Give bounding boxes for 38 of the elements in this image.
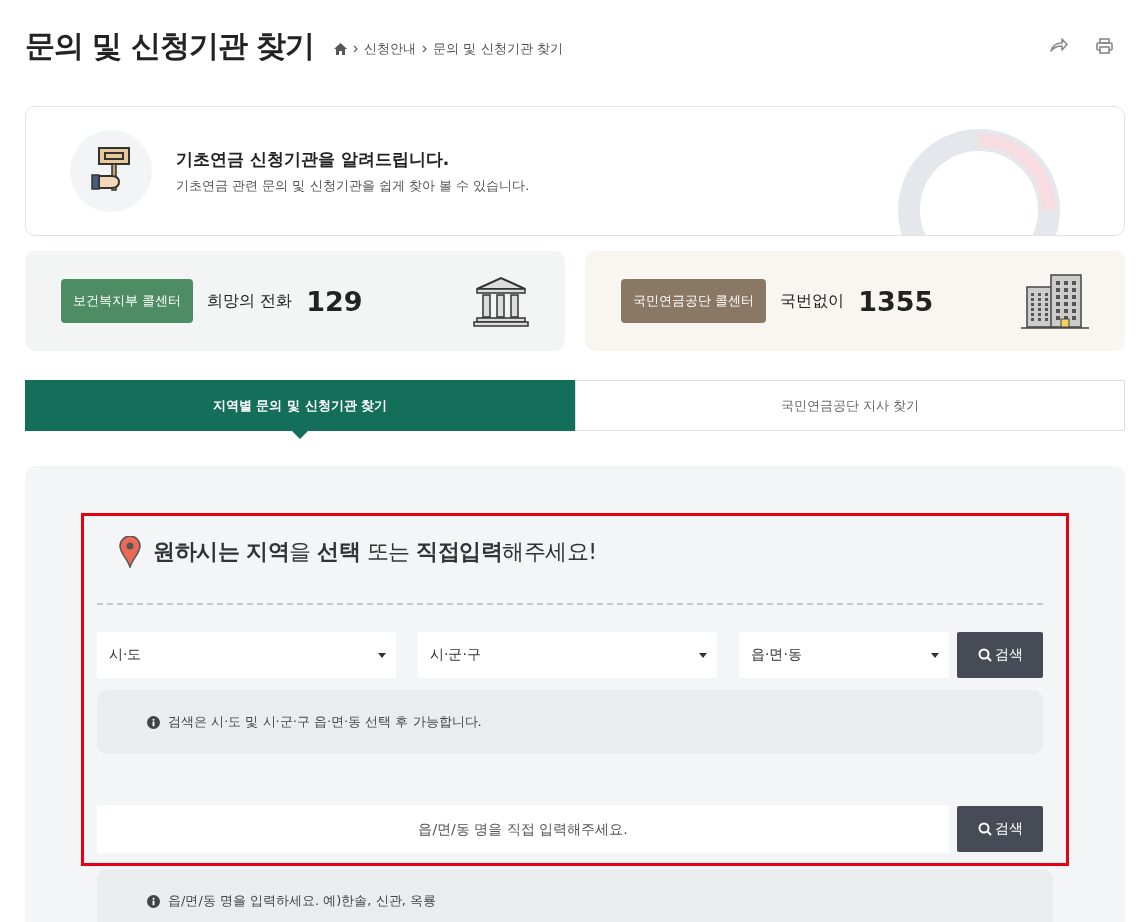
caret-icon	[931, 652, 939, 658]
note-text: 검색은 시·도 및 시·군·구 읍·면·동 선택 후 가능합니다.	[168, 713, 482, 731]
home-icon[interactable]	[334, 43, 348, 55]
chevron-icon	[422, 45, 428, 53]
region-select[interactable]: 읍·면·동	[739, 632, 949, 678]
phone-number: 129	[306, 285, 364, 317]
intro-subtitle: 기초연금 관련 문의 및 신청기관을 쉽게 찾아 볼 수 있습니다.	[176, 176, 530, 195]
info-icon	[147, 715, 160, 729]
office-building-icon	[1021, 273, 1089, 329]
print-icon[interactable]	[1096, 38, 1113, 54]
region-input-field[interactable]: 읍/면/동 명을 직접 입력해주세요.	[97, 805, 949, 853]
search-heading: 원하시는 지역을 선택 또는 직접입력해주세요!	[153, 538, 597, 566]
classical-building-icon	[473, 275, 529, 327]
search-button[interactable]: 검색	[957, 632, 1043, 678]
call-center-label: 국번없이	[780, 290, 845, 312]
breadcrumb-link[interactable]: 문의 및 신청기관 찾기	[433, 40, 563, 58]
intro-title: 기초연금 신청기관을 알려드립니다.	[176, 147, 451, 171]
caret-icon	[378, 652, 386, 658]
region-select[interactable]: 시·군·구	[418, 632, 717, 678]
page-title: 문의 및 신청기관 찾기	[25, 26, 315, 65]
caret-icon	[699, 652, 707, 658]
phone-number: 1355	[858, 285, 935, 317]
search-icon	[977, 648, 992, 662]
chevron-icon	[353, 45, 359, 53]
call-center-label: 희망의 전화	[207, 290, 293, 312]
share-icon[interactable]	[1050, 38, 1068, 52]
info-icon	[147, 894, 160, 908]
call-center-badge: 보건복지부 콜센터	[61, 279, 194, 323]
note-text: 읍/면/동 명을 입력하세요. 예)한솔, 신관, 옥룡	[168, 892, 436, 910]
tab-pointer-icon	[292, 431, 308, 439]
call-center-badge: 국민연금공단 콜센터	[621, 279, 767, 323]
tab[interactable]: 국민연금공단 지사 찾기	[575, 380, 1125, 431]
region-select[interactable]: 시·도	[97, 632, 396, 678]
breadcrumb-link[interactable]: 신청안내	[364, 40, 417, 58]
tab[interactable]: 지역별 문의 및 신청기관 찾기	[25, 380, 575, 431]
search-icon	[977, 822, 992, 836]
search-button[interactable]: 검색	[957, 806, 1043, 852]
map-pin-icon	[119, 536, 141, 568]
